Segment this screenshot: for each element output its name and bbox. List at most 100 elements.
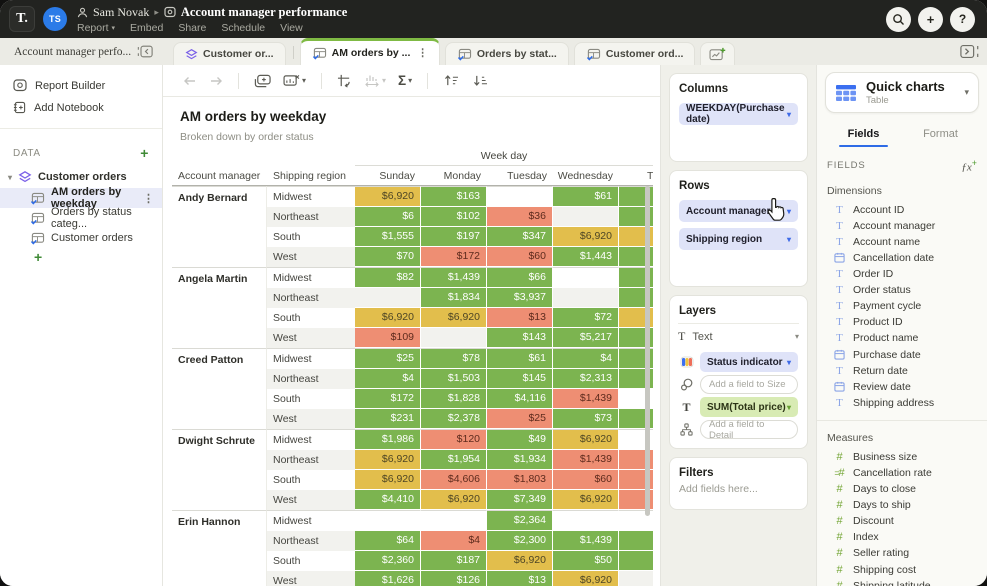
value-cell[interactable] — [553, 510, 619, 531]
value-cell[interactable]: $4,116 — [487, 389, 553, 409]
region-cell[interactable]: South — [267, 227, 355, 247]
add-formula-button[interactable]: ƒx+ — [961, 158, 977, 174]
document-title[interactable]: Account manager performance — [181, 5, 347, 20]
tree-item-orders-by-status-categ[interactable]: Orders by status categ... — [0, 208, 162, 228]
add-button[interactable]: + — [918, 7, 943, 32]
tab-orders-by-stat[interactable]: Orders by stat... — [445, 42, 569, 65]
tab-customer-or[interactable]: Customer or... — [173, 42, 286, 65]
dimension-purchase-date[interactable]: Purchase date — [825, 347, 979, 363]
tab-menu-icon[interactable]: ⋮ — [417, 47, 428, 59]
value-cell[interactable]: $66 — [487, 267, 553, 288]
chart-type-selector[interactable]: Quick charts Table ▾ — [825, 72, 979, 113]
value-cell[interactable]: $109 — [355, 328, 421, 348]
value-cell[interactable]: $2,360 — [355, 551, 421, 571]
value-cell[interactable]: $143 — [487, 328, 553, 348]
delete-chart-button[interactable]: ▾ — [277, 74, 312, 87]
manager-cell[interactable]: Andy Bernard — [172, 186, 267, 267]
region-cell[interactable]: West — [267, 571, 355, 586]
measure-business-size[interactable]: #Business size — [825, 449, 979, 465]
value-cell[interactable]: $3,937 — [487, 288, 553, 308]
value-cell[interactable]: $1,834 — [421, 288, 487, 308]
value-cell[interactable]: $6,920 — [487, 551, 553, 571]
dimension-cancellation-date[interactable]: Cancellation date — [825, 250, 979, 266]
value-cell[interactable]: $50 — [553, 551, 619, 571]
region-cell[interactable]: South — [267, 551, 355, 571]
manager-cell[interactable]: Dwight Schrute — [172, 429, 267, 510]
value-cell[interactable]: $64 — [355, 531, 421, 551]
sort-ascending-button[interactable] — [437, 74, 466, 87]
region-cell[interactable]: Midwest — [267, 429, 355, 450]
value-cell[interactable] — [553, 288, 619, 308]
value-cell[interactable]: $4 — [355, 369, 421, 389]
filters-placeholder[interactable]: Add fields here... — [679, 483, 798, 495]
value-cell[interactable]: $4 — [553, 348, 619, 369]
value-cell[interactable]: $6,920 — [355, 470, 421, 490]
field-pill-account-manager[interactable]: Account manager▾ — [679, 200, 798, 222]
value-cell[interactable]: $60 — [553, 470, 619, 490]
value-cell[interactable]: $1,626 — [355, 571, 421, 586]
field-pill-status-indicator[interactable]: Status indicator▾ — [700, 352, 798, 372]
value-cell[interactable]: $2,300 — [487, 531, 553, 551]
region-cell[interactable]: Northeast — [267, 207, 355, 227]
measure-shipping-cost[interactable]: #Shipping cost — [825, 562, 979, 578]
value-cell[interactable] — [553, 207, 619, 227]
manager-cell[interactable]: Creed Patton — [172, 348, 267, 429]
menu-report[interactable]: Report ▾ — [77, 22, 115, 34]
dimension-account-name[interactable]: TAccount name — [825, 234, 979, 250]
column-header-wednesday[interactable]: Wednesday — [553, 165, 619, 186]
value-cell[interactable]: $6,920 — [553, 490, 619, 510]
value-cell[interactable]: $197 — [421, 227, 487, 247]
dataset-root[interactable]: ▾ Customer orders — [0, 166, 162, 188]
value-cell[interactable]: $1,555 — [355, 227, 421, 247]
dimension-review-date[interactable]: Review date — [825, 379, 979, 395]
undo-button[interactable] — [177, 75, 203, 87]
collapse-panel-icon[interactable] — [137, 45, 153, 58]
avatar[interactable]: TS — [43, 7, 67, 31]
value-cell[interactable]: $1,828 — [421, 389, 487, 409]
value-cell[interactable]: $172 — [421, 247, 487, 267]
dimension-shipping-address[interactable]: TShipping address — [825, 395, 979, 411]
sidebar-item-add-notebook[interactable]: Add Notebook — [0, 97, 162, 118]
column-header-t[interactable]: T — [619, 165, 653, 186]
chevron-down-icon[interactable]: ▾ — [787, 207, 791, 216]
sidebar-item-report-builder[interactable]: Report Builder — [0, 75, 162, 96]
tab-fields[interactable]: Fields — [825, 122, 902, 147]
value-cell[interactable]: $6,920 — [553, 227, 619, 247]
value-cell[interactable]: $2,313 — [553, 369, 619, 389]
value-cell[interactable]: $231 — [355, 409, 421, 429]
value-cell[interactable]: $172 — [355, 389, 421, 409]
layer-type-select[interactable]: T Text ▾ — [678, 323, 799, 349]
tab-format[interactable]: Format — [902, 122, 979, 147]
search-button[interactable] — [886, 7, 911, 32]
value-cell[interactable]: $6,920 — [421, 308, 487, 328]
value-cell[interactable]: $1,954 — [421, 450, 487, 470]
value-cell[interactable]: $6,920 — [553, 571, 619, 586]
field-pill-sum-total-price[interactable]: SUM(Total price)▾ — [700, 397, 798, 417]
value-cell[interactable] — [487, 186, 553, 207]
dimension-order-status[interactable]: TOrder status — [825, 282, 979, 298]
region-cell[interactable]: South — [267, 389, 355, 409]
column-header-tuesday[interactable]: Tuesday — [487, 165, 553, 186]
dimension-order-id[interactable]: TOrder ID — [825, 266, 979, 282]
value-cell[interactable]: $1,439 — [421, 267, 487, 288]
dimension-product-id[interactable]: TProduct ID — [825, 314, 979, 330]
value-cell[interactable]: $1,439 — [553, 450, 619, 470]
measure-days-to-ship[interactable]: #Days to ship — [825, 497, 979, 513]
value-cell[interactable]: $6,920 — [355, 308, 421, 328]
region-cell[interactable]: Northeast — [267, 288, 355, 308]
chevron-down-icon[interactable]: ▾ — [787, 358, 791, 367]
region-cell[interactable]: Northeast — [267, 369, 355, 389]
column-header-monday[interactable]: Monday — [421, 165, 487, 186]
field-drop-input[interactable]: Add a field to Detail — [700, 420, 798, 439]
region-cell[interactable]: West — [267, 247, 355, 267]
region-cell[interactable]: Midwest — [267, 267, 355, 288]
transpose-button[interactable] — [331, 74, 358, 88]
value-cell[interactable]: $82 — [355, 267, 421, 288]
menu-view[interactable]: View — [280, 22, 303, 34]
value-cell[interactable]: $13 — [487, 308, 553, 328]
region-cell[interactable]: West — [267, 490, 355, 510]
value-cell[interactable]: $102 — [421, 207, 487, 227]
region-cell[interactable]: Midwest — [267, 348, 355, 369]
dimension-return-date[interactable]: TReturn date — [825, 363, 979, 379]
value-cell[interactable] — [421, 510, 487, 531]
